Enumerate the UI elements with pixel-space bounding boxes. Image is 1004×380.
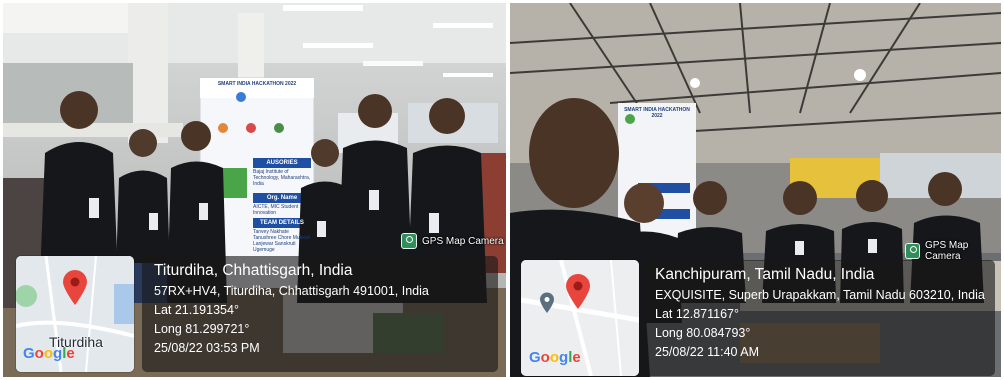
banner-auspices-text: Bajaj Institute of Technology, Maharasht… [253,169,311,187]
gps-map-camera-badge: GPS Map Camera [401,233,504,249]
geotagged-photo-titurdiha: SMART INDIA HACKATHON 2022 AUSORIES Baja… [3,3,506,377]
banner-org-text: AICTE, MIC Student Innovation [253,204,299,216]
gps-map-camera-label: GPS Map Camera [925,240,969,262]
location-map-thumbnail: Google [521,260,639,376]
geotag-datetime: 25/08/22 11:40 AM [655,345,760,359]
photo-collage: SMART INDIA HACKATHON 2022 AUSORIES Baja… [0,0,1004,380]
geotag-longitude: Long 81.299721° [154,322,250,336]
small-location-marker-icon [540,292,554,313]
hackathon-banner: SMART INDIA HACKATHON 2022 [203,81,311,87]
geotag-datetime: 25/08/22 03:53 PM [154,341,260,355]
banner-team-text: Tanvey Nakhate Tanushree Chore Mukesh La… [253,229,311,253]
location-map-thumbnail: Titurdiha Google [16,256,134,372]
gps-map-camera-badge: GPS Map Camera [905,240,1001,262]
google-logo: Google [23,345,75,362]
banner-title: SMART INDIA HACKATHON 2022 [217,81,297,87]
gps-map-camera-icon [401,233,417,249]
banner-team-heading: TEAM DETAILS [260,220,304,226]
banner-auspices-heading: AUSORIES [266,160,298,166]
geotag-info-panel: Titurdiha, Chhattisgarh, India 57RX+HV4,… [142,256,498,372]
geotag-latitude: Lat 12.871167° [655,307,740,321]
geotag-info-panel: Kanchipuram, Tamil Nadu, India EXQUISITE… [643,260,995,376]
geotag-place: Titurdiha, Chhattisgarh, India [154,262,353,279]
gps-map-camera-icon [905,243,921,259]
geotag-latitude: Lat 21.191354° [154,303,239,317]
geotag-address: 57RX+HV4, Titurdiha, Chhattisgarh 491001… [154,284,429,298]
geotag-place: Kanchipuram, Tamil Nadu, India [655,266,875,283]
hackathon-banner-title: SMART INDIA HACKATHON 2022 [624,107,690,119]
map-pin-icon [566,274,590,309]
google-logo: Google [529,349,581,366]
geotag-longitude: Long 80.084793° [655,326,751,340]
map-pin-icon [63,270,87,305]
geotagged-photo-kanchipuram: SMART INDIA HACKATHON 2022 GPS Map Camer… [510,3,1001,377]
banner-org-heading: Org. Name [266,195,298,201]
gps-map-camera-label: GPS Map Camera [422,235,504,247]
geotag-address: EXQUISITE, Superb Urapakkam, Tamil Nadu … [655,288,985,302]
